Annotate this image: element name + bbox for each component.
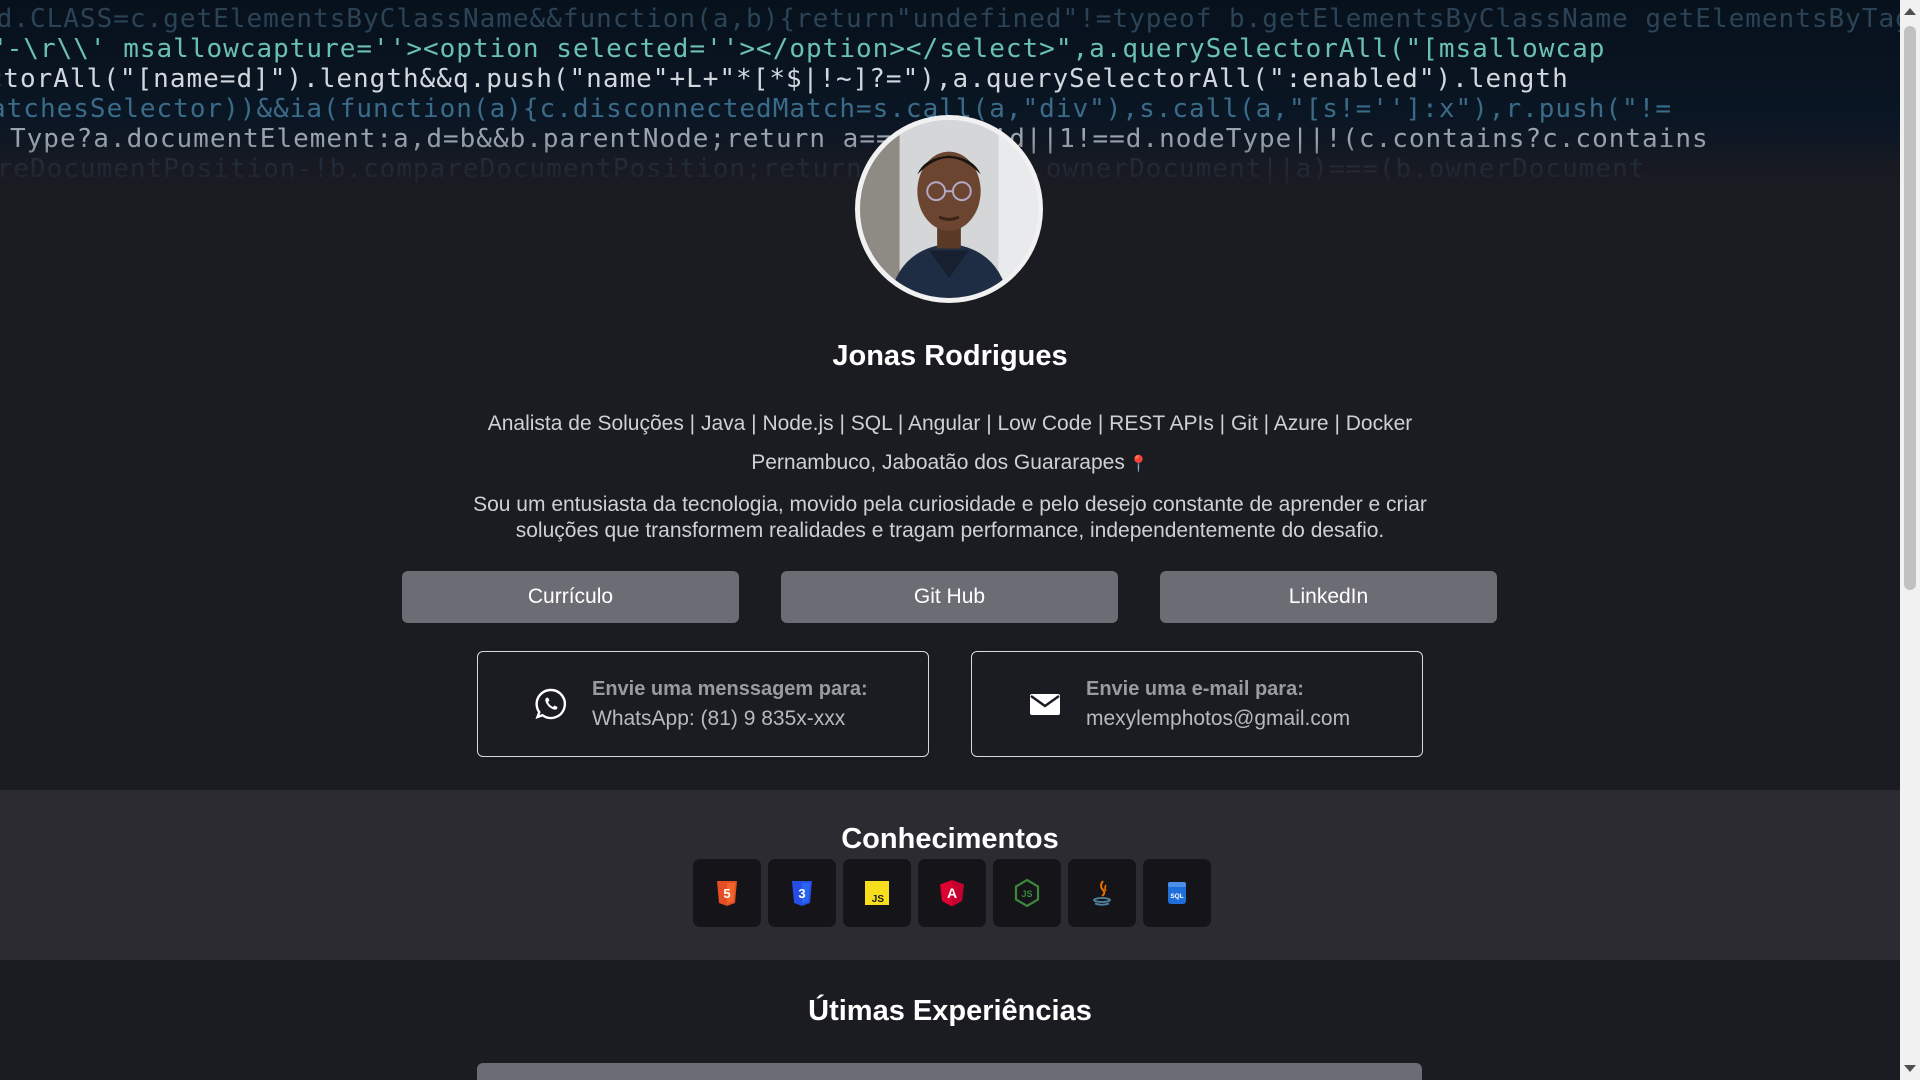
github-button[interactable]: Git Hub xyxy=(781,571,1118,623)
whatsapp-contact-value: WhatsApp: (81) 9 835x-xxx xyxy=(592,706,846,730)
linkedin-button[interactable]: LinkedIn xyxy=(1160,571,1497,623)
mail-icon xyxy=(1030,694,1060,715)
whatsapp-contact-title: Envie uma menssagem para: xyxy=(592,677,868,700)
profile-bio: Sou um entusiasta da tecnologia, movido … xyxy=(473,493,1427,542)
profile-name: Jonas Rodrigues xyxy=(832,340,1068,372)
html5-icon: 5 xyxy=(717,881,737,906)
email-contact-title: Envie uma e-mail para: xyxy=(1086,677,1304,700)
scroll-up-arrow-icon[interactable] xyxy=(1904,8,1916,15)
email-contact-value: mexylemphotos@gmail.com xyxy=(1086,706,1351,730)
sql-label: SQL xyxy=(1170,893,1183,900)
skill-css3: 3 xyxy=(768,859,836,927)
skill-javascript: JS xyxy=(843,859,911,927)
portfolio-page: nd.CLASS=c.getElementsByClassName&&funct… xyxy=(0,0,1900,1080)
banner-code-line: Type?a.documentElement:a,d=b&&b.parentNo… xyxy=(10,124,1709,154)
skill-angular: A xyxy=(918,859,986,927)
skill-nodejs: JS xyxy=(993,859,1061,927)
email-contact-card[interactable]: Envie uma e-mail para: mexylemphotos@gma… xyxy=(971,651,1423,757)
profile-avatar xyxy=(855,115,1043,303)
email-contact-text: Envie uma e-mail para: mexylemphotos@gma… xyxy=(1086,678,1350,731)
skills-section: Conhecimentos 5 3 JS A JS SQL xyxy=(0,790,1900,960)
banner-code-line: "-\r\\' msallowcapture=''><option select… xyxy=(0,34,1606,64)
skills-title: Conhecimentos xyxy=(841,823,1059,855)
avatar-photo xyxy=(860,120,1038,298)
profile-headline: Analista de Soluções | Java | Node.js | … xyxy=(487,412,1413,435)
whatsapp-contact-text: Envie uma menssagem para: WhatsApp: (81)… xyxy=(592,678,868,731)
banner-code-line: atchesSelector))&&ia(function(a){c.disco… xyxy=(0,94,1672,124)
nodejs-label: JS xyxy=(1021,889,1032,899)
angular-icon: A xyxy=(940,880,964,907)
whatsapp-icon xyxy=(535,688,567,720)
css3-icon: 3 xyxy=(792,881,812,906)
skill-html5: 5 xyxy=(693,859,761,927)
vertical-scrollbar[interactable] xyxy=(1900,0,1920,1080)
skill-sql: SQL xyxy=(1143,859,1211,927)
profile-location: Pernambuco, Jaboatão dos Guararapes 📍 xyxy=(0,451,1900,475)
banner-code-line: areDocumentPosition-!b.compareDocumentPo… xyxy=(0,154,1646,184)
banner-code-line: ectorAll("[name=d]").length&&q.push("nam… xyxy=(0,64,1569,94)
scroll-down-arrow-icon[interactable] xyxy=(1904,1065,1916,1072)
skills-list: 5 3 JS A JS SQL xyxy=(693,859,1211,927)
banner-code-line: nd.CLASS=c.getElementsByClassName&&funct… xyxy=(0,4,1900,34)
resume-button[interactable]: Currículo xyxy=(402,571,739,623)
angular-label: A xyxy=(947,885,957,901)
whatsapp-contact-card[interactable]: Envie uma menssagem para: WhatsApp: (81)… xyxy=(477,651,929,757)
experience-card[interactable] xyxy=(477,1063,1422,1080)
html5-label: 5 xyxy=(723,886,730,901)
javascript-icon: JS xyxy=(865,881,889,905)
scrollbar-thumb[interactable] xyxy=(1904,26,1916,590)
location-text: Pernambuco, Jaboatão dos Guararapes xyxy=(751,451,1125,474)
sql-icon: SQL xyxy=(1168,882,1186,904)
experience-title: Útimas Experiências xyxy=(808,995,1092,1027)
css3-label: 3 xyxy=(798,886,805,901)
nodejs-icon: JS xyxy=(1014,878,1040,908)
javascript-label: JS xyxy=(872,894,885,905)
skill-java xyxy=(1068,859,1136,927)
java-icon xyxy=(1093,880,1111,906)
pin-icon: 📍 xyxy=(1128,456,1149,473)
